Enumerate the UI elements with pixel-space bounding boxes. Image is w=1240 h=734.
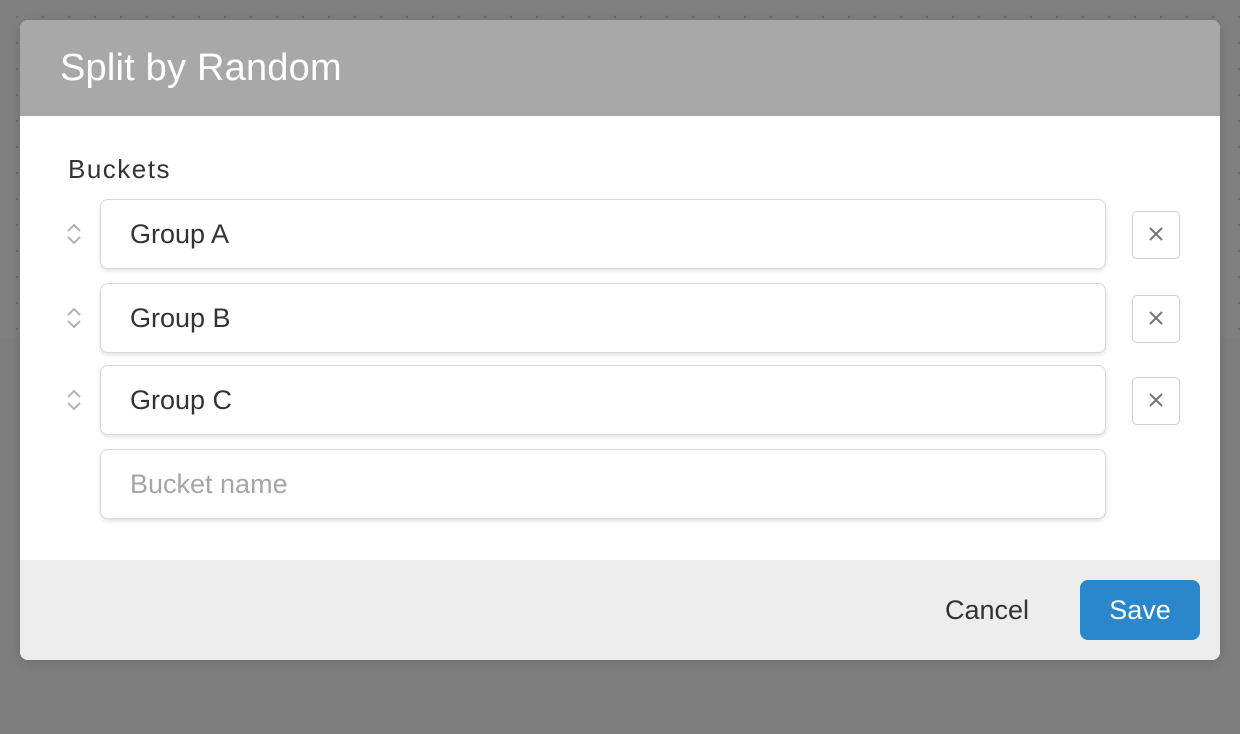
buckets-label: Buckets [68,154,171,184]
drag-handle-icon[interactable] [64,387,84,413]
dialog-header: Split by Random [20,20,1220,116]
bucket-row [20,283,1220,353]
drag-handle-icon[interactable] [64,221,84,247]
new-bucket-name-input[interactable] [100,449,1106,519]
cancel-button[interactable]: Cancel [920,588,1054,632]
bucket-name-input[interactable] [100,283,1106,353]
close-icon [1148,392,1164,411]
remove-bucket-button[interactable] [1132,295,1180,343]
split-by-random-dialog: Split by Random Buckets Group A Group B … [20,20,1220,660]
drag-handle-icon[interactable] [64,305,84,331]
bucket-name-input[interactable] [100,199,1106,269]
dialog-footer: Cancel Save [20,560,1220,660]
dialog-title: Split by Random [60,46,342,89]
new-bucket-row [20,449,1220,519]
close-icon [1148,310,1164,329]
bucket-name-input[interactable] [100,365,1106,435]
close-icon [1148,226,1164,245]
bucket-row [20,365,1220,435]
save-button[interactable]: Save [1080,580,1200,640]
remove-bucket-button[interactable] [1132,377,1180,425]
bucket-row [20,199,1220,269]
dialog-body: Buckets [20,116,1220,560]
remove-bucket-button[interactable] [1132,211,1180,259]
